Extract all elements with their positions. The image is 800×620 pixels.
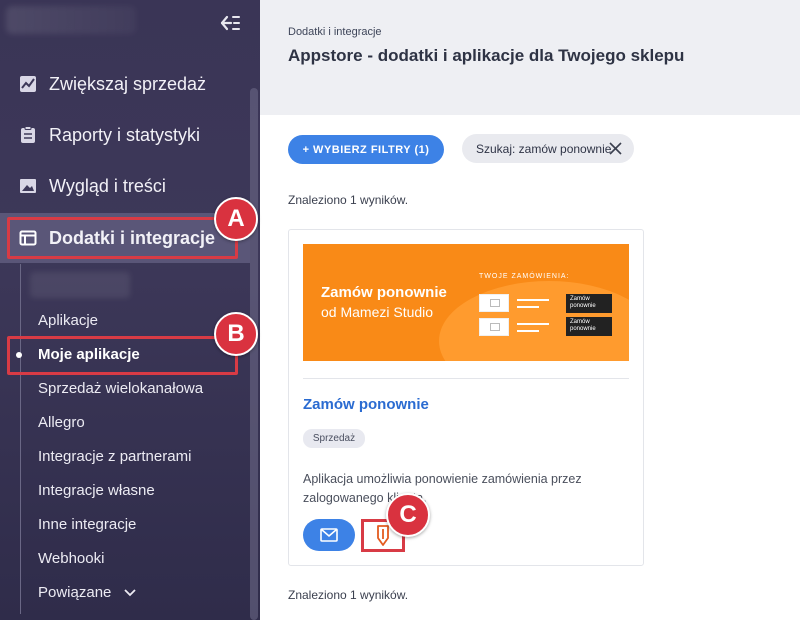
close-icon[interactable] [609,142,622,155]
nav-item-appearance[interactable]: Wygląd i treści [0,161,250,211]
nav-item-label: Raporty i statystyki [49,124,201,145]
breadcrumb[interactable]: Dodatki i integracje [288,26,382,38]
category-tag: Sprzedaż [303,429,365,448]
subnav-item-webhooks[interactable]: Webhooki [38,550,104,567]
chart-line-icon [20,76,36,92]
sidebar-header [0,0,260,50]
highlight-box-b [7,336,238,375]
clipboard-icon [21,126,35,143]
subnav-item-related[interactable]: Powiązane [38,584,136,601]
subnav-item-multichannel[interactable]: Sprzedaż wielokanałowa [38,380,203,397]
marker-b: B [214,312,258,356]
nav-item-reports[interactable]: Raporty i statystyki [0,110,250,160]
banner-reorder-button: Zamów ponownie [566,317,612,336]
blurred-store-logo [6,6,136,34]
nav-item-label: Zwiększaj sprzedaż [49,73,207,94]
subnav-item-label: Powiązane [38,584,112,601]
banner-subtitle: od Mamezi Studio [321,304,434,320]
banner-reorder-button: Zamów ponownie [566,294,612,313]
subnav-item-own-integrations[interactable]: Integracje własne [38,482,155,499]
subnav-item-apps[interactable]: Aplikacje [38,312,98,329]
results-count: Znaleziono 1 wyników. [288,193,409,207]
subnav-item-partners[interactable]: Integracje z partnerami [38,448,191,465]
chevron-down-icon [123,589,136,597]
collapse-sidebar-icon[interactable] [218,12,240,34]
search-chip-label: Szukaj: zamów ponownie [476,141,612,156]
app-banner[interactable]: Zamów ponownie od Mamezi Studio TWOJE ZA… [303,244,629,361]
banner-title: Zamów ponownie [321,284,447,301]
sidebar: Zwiększaj sprzedaż Raporty i statystyki … [0,0,260,620]
text-line [517,330,539,332]
text-line [517,299,549,301]
app-name-link[interactable]: Zamów ponownie [303,396,429,413]
text-line [517,323,549,325]
mail-icon [320,528,338,542]
search-filter-chip[interactable]: Szukaj: zamów ponownie [462,134,634,163]
nav-item-sales[interactable]: Zwiększaj sprzedaż [0,59,250,109]
page-title: Appstore - dodatki i aplikacje dla Twoje… [288,46,685,65]
submenu-line [20,264,21,614]
product-thumbnail [479,294,509,312]
app-description: Aplikacja umożliwia ponowienie zamówieni… [303,472,582,505]
image-icon [20,179,36,193]
product-thumbnail [479,318,509,336]
banner-label: TWOJE ZAMÓWIENIA: [479,273,570,280]
marker-a: A [214,197,258,241]
text-line [517,306,539,308]
card-divider [303,378,629,379]
subnav-item-other-integrations[interactable]: Inne integracje [38,516,136,533]
page-header: Dodatki i integracje Appstore - dodatki … [260,0,800,115]
blurred-sub-item [30,272,130,298]
results-count-bottom: Znaleziono 1 wyników. [288,588,409,602]
contact-button[interactable] [303,519,355,551]
highlight-box-a [7,217,238,259]
choose-filters-button[interactable]: + WYBIERZ FILTRY (1) [288,135,444,164]
subnav-item-allegro[interactable]: Allegro [38,414,85,431]
sidebar-scrollbar[interactable] [250,88,258,620]
nav-item-label: Wygląd i treści [49,175,166,196]
marker-c: C [386,493,430,537]
